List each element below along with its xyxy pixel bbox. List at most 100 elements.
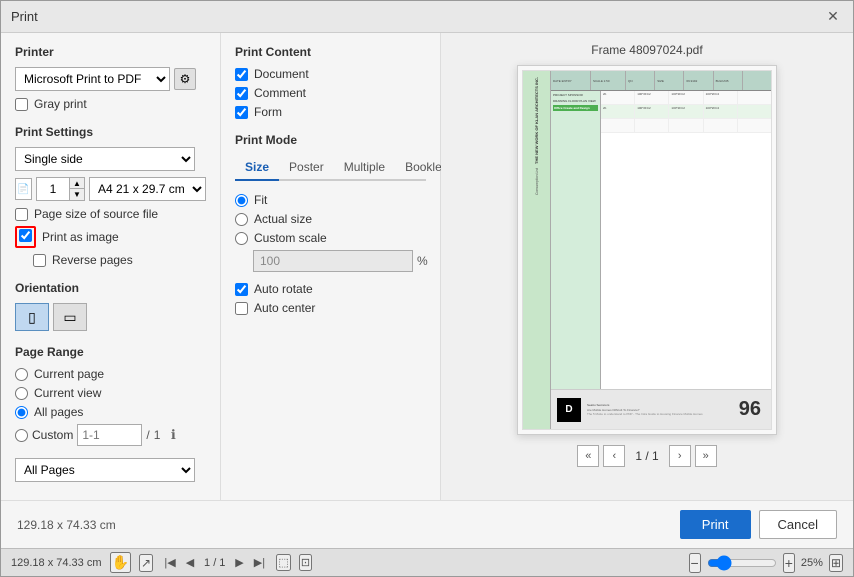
auto-rotate-label: Auto rotate [254, 282, 313, 296]
print-as-image-checkbox[interactable] [19, 229, 32, 242]
orientation-title: Orientation [15, 281, 206, 295]
landscape-button[interactable]: ▭ [53, 303, 87, 331]
info-button[interactable]: ℹ [164, 426, 182, 444]
print-dialog: Print ✕ Printer Microsoft Print to PDF A… [0, 0, 854, 577]
mode-select-row: Single side Both sides (Long edge) [15, 147, 206, 171]
document-label: Document [254, 67, 309, 81]
select-tool-button[interactable]: ↗ [139, 554, 153, 572]
custom-scale-label: Custom scale [254, 231, 327, 245]
first-page-button[interactable]: « [577, 445, 599, 467]
fit-width-button[interactable]: ⬚ [276, 554, 290, 571]
reverse-pages-checkbox[interactable] [33, 254, 46, 267]
preview-panel: Frame 48097024.pdf THE NEW WORK OF KLAN … [441, 33, 853, 500]
document-checkbox[interactable] [235, 68, 248, 81]
mini-first-page-button[interactable]: |◀ [161, 554, 179, 572]
printer-section: Printer Microsoft Print to PDF Adobe PDF… [15, 45, 206, 111]
form-checkbox[interactable] [235, 106, 248, 119]
gray-print-checkbox[interactable] [15, 98, 28, 111]
auto-rotate-checkbox[interactable] [235, 283, 248, 296]
footer-buttons: Print Cancel [680, 510, 837, 539]
mode-select[interactable]: Single side Both sides (Long edge) [15, 147, 195, 171]
auto-center-label: Auto center [254, 301, 315, 315]
hand-tool-button[interactable]: ✋ [110, 552, 131, 573]
gray-print-row: Gray print [15, 97, 206, 111]
mini-next-page-button[interactable]: ▶ [230, 554, 248, 572]
all-pages-radio[interactable] [15, 406, 28, 419]
tab-size[interactable]: Size [235, 155, 279, 181]
gear-icon: ⚙ [180, 72, 191, 86]
zoom-level: 25% [801, 557, 823, 569]
all-pages-filter-select[interactable]: All Pages Odd Pages Even Pages [15, 458, 195, 482]
all-pages-select-row: All Pages Odd Pages Even Pages [15, 452, 206, 482]
copies-input-wrap: 1 ▲ ▼ [36, 177, 85, 201]
portrait-icon: ▯ [28, 309, 36, 326]
custom-radio[interactable] [15, 429, 28, 442]
page-size-source-checkbox[interactable] [15, 208, 28, 221]
reverse-pages-row: Reverse pages [33, 253, 206, 267]
custom-scale-radio[interactable] [235, 232, 248, 245]
printer-title: Printer [15, 45, 206, 59]
current-page-radio[interactable] [15, 368, 28, 381]
comment-checkbox[interactable] [235, 87, 248, 100]
current-page-row: Current page [15, 367, 206, 381]
grid-view-button[interactable]: ⊞ [829, 554, 843, 572]
dialog-body: Printer Microsoft Print to PDF Adobe PDF… [1, 33, 853, 500]
tab-multiple[interactable]: Multiple [334, 155, 395, 181]
left-panel: Printer Microsoft Print to PDF Adobe PDF… [1, 33, 221, 500]
all-pages-label: All pages [34, 405, 83, 419]
status-bar: 129.18 x 74.33 cm ✋ ↗ |◀ ◀ 1 / 1 ▶ ▶| ⬚ … [1, 548, 853, 576]
custom-label: Custom [32, 428, 73, 442]
fit-radio[interactable] [235, 194, 248, 207]
orientation-section: Orientation ▯ ▭ [15, 281, 206, 331]
preview-title: Frame 48097024.pdf [591, 43, 702, 57]
page-icon: 📄 [15, 178, 32, 200]
page-size-source-label: Page size of source file [34, 207, 158, 221]
custom-range-input[interactable] [77, 424, 142, 446]
print-settings-section: Print Settings Single side Both sides (L… [15, 125, 206, 267]
statusbar-left: 129.18 x 74.33 cm ✋ ↗ |◀ ◀ 1 / 1 ▶ ▶| ⬚ … [11, 552, 312, 573]
page-display: 1 / 1 [629, 449, 664, 463]
printer-select[interactable]: Microsoft Print to PDF Adobe PDF [15, 67, 170, 91]
current-view-row: Current view [15, 386, 206, 400]
page-nav-mini: |◀ ◀ 1 / 1 ▶ ▶| [161, 554, 268, 572]
scale-input[interactable]: 100 [253, 250, 413, 272]
close-button[interactable]: ✕ [823, 7, 843, 27]
orientation-buttons: ▯ ▭ [15, 303, 206, 331]
page-range-title: Page Range [15, 345, 206, 359]
current-view-radio[interactable] [15, 387, 28, 400]
tab-poster[interactable]: Poster [279, 155, 334, 181]
mini-last-page-button[interactable]: ▶| [250, 554, 268, 572]
zoom-out-button[interactable]: − [689, 553, 701, 573]
printer-settings-button[interactable]: ⚙ [174, 68, 196, 90]
next-page-button[interactable]: › [669, 445, 691, 467]
mini-prev-page-button[interactable]: ◀ [181, 554, 199, 572]
form-label: Form [254, 105, 282, 119]
dialog-title: Print [11, 9, 38, 24]
gray-print-label: Gray print [34, 97, 87, 111]
copies-down-button[interactable]: ▼ [70, 189, 84, 200]
actual-size-label: Actual size [254, 212, 312, 226]
print-content-section: Print Content Document Comment Form [235, 45, 426, 119]
fit-page-button[interactable]: ⊡ [299, 554, 312, 571]
zoom-slider[interactable] [707, 556, 777, 570]
last-page-button[interactable]: » [695, 445, 717, 467]
comment-label: Comment [254, 86, 306, 100]
actual-size-radio[interactable] [235, 213, 248, 226]
print-mode-tabs: Size Poster Multiple Booklet [235, 155, 426, 181]
print-as-image-row: Print as image [15, 226, 206, 248]
actual-size-row: Actual size [235, 212, 426, 226]
fit-row: Fit [235, 193, 426, 207]
custom-row: Custom / 1 ℹ [15, 424, 206, 446]
print-mode-title: Print Mode [235, 133, 426, 147]
auto-center-checkbox[interactable] [235, 302, 248, 315]
copies-input[interactable]: 1 [37, 178, 69, 200]
prev-page-button[interactable]: ‹ [603, 445, 625, 467]
page-range-section: Page Range Current page Current view All… [15, 345, 206, 482]
middle-panel: Print Content Document Comment Form Prin… [221, 33, 441, 500]
print-button[interactable]: Print [680, 510, 751, 539]
copies-up-button[interactable]: ▲ [70, 178, 84, 189]
page-size-select[interactable]: A4 21 x 29.7 cm Letter A3 [89, 177, 206, 201]
zoom-in-button[interactable]: + [783, 553, 795, 573]
portrait-button[interactable]: ▯ [15, 303, 49, 331]
cancel-button[interactable]: Cancel [759, 510, 837, 539]
